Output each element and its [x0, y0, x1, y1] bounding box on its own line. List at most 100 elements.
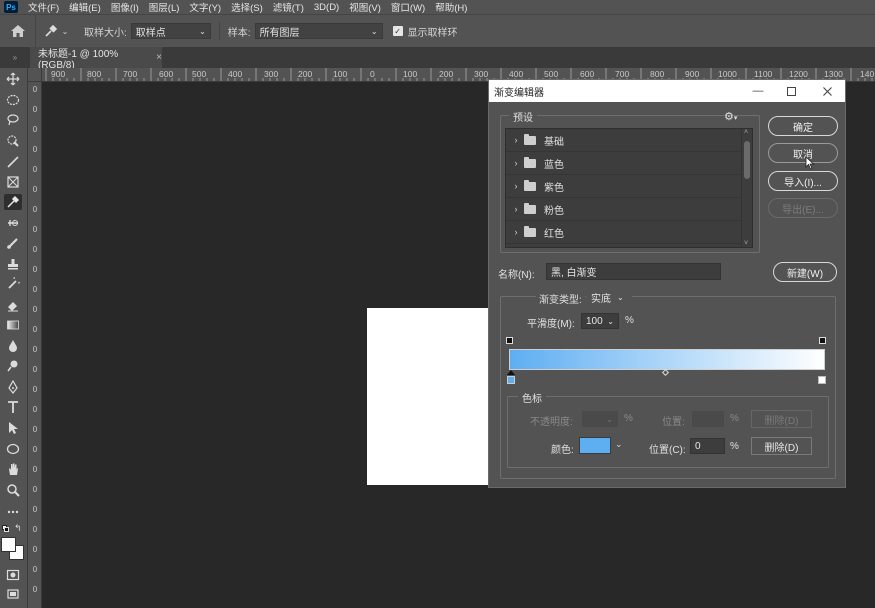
- document-tab[interactable]: 未标题-1 @ 100%(RGB/8) ×: [30, 47, 162, 71]
- close-tab-icon[interactable]: ×: [156, 52, 162, 63]
- frame-icon: [7, 176, 19, 188]
- eyedropper-tool[interactable]: [4, 194, 22, 210]
- dodge-icon: [7, 360, 18, 372]
- ruler-label: 0: [32, 585, 38, 594]
- quick-select-tool[interactable]: [4, 133, 22, 149]
- ruler-label: 600: [580, 69, 595, 79]
- opacity-stop-left[interactable]: [506, 337, 513, 344]
- dialog-titlebar[interactable]: 渐变编辑器 —: [489, 80, 845, 102]
- preset-folder-item[interactable]: › 红色: [506, 221, 742, 244]
- foreground-color-swatch[interactable]: [1, 537, 16, 552]
- gradient-icon: [7, 320, 19, 330]
- menu-file[interactable]: 文件(F): [23, 0, 64, 14]
- scrollbar-thumb[interactable]: [744, 141, 750, 179]
- menu-filter[interactable]: 滤镜(T): [268, 0, 309, 14]
- minimize-button[interactable]: —: [741, 80, 775, 102]
- color-delete-button[interactable]: 删除(D): [751, 437, 812, 455]
- color-stop-right[interactable]: [818, 376, 826, 384]
- pen-brush-tool[interactable]: [4, 154, 22, 170]
- color-stop-left[interactable]: [507, 376, 515, 384]
- blur-tool[interactable]: [4, 338, 22, 354]
- menu-edit[interactable]: 编辑(E): [64, 0, 106, 14]
- ruler-label: 0: [32, 405, 38, 414]
- preset-folder-item[interactable]: › 粉色: [506, 198, 742, 221]
- brush-tool[interactable]: [4, 235, 22, 251]
- export-button[interactable]: 导出(E)...: [768, 198, 838, 218]
- show-ring-checkbox[interactable]: ✓: [392, 26, 403, 36]
- stamp-tool[interactable]: [4, 256, 22, 272]
- menu-window[interactable]: 窗口(W): [386, 0, 430, 14]
- ruler-label: 0: [32, 565, 38, 574]
- presets-settings-button[interactable]: ⚙▾: [724, 110, 737, 123]
- home-button[interactable]: [0, 14, 36, 48]
- ok-button[interactable]: 确定: [768, 116, 838, 136]
- panel-collapse-button[interactable]: »: [0, 47, 30, 68]
- folder-icon: [524, 202, 536, 214]
- history-brush-tool[interactable]: [4, 276, 22, 292]
- sample-select[interactable]: 所有图层 ⌄: [254, 23, 383, 39]
- screen-mode-button[interactable]: [4, 587, 22, 603]
- healing-icon: [8, 220, 18, 226]
- lasso-tool[interactable]: [4, 112, 22, 128]
- new-button[interactable]: 新建(W): [773, 262, 837, 282]
- cancel-button[interactable]: 取消: [768, 143, 838, 163]
- import-label: 导入(I)...: [784, 177, 822, 189]
- quick-mask-button[interactable]: [4, 567, 22, 583]
- marquee-tool[interactable]: [4, 92, 22, 108]
- swap-colors-icon[interactable]: ↰: [14, 523, 22, 534]
- gradient-preview-bar[interactable]: [509, 349, 825, 370]
- maximize-button[interactable]: [774, 80, 808, 102]
- pen-tool[interactable]: [4, 379, 22, 395]
- hand-tool[interactable]: [4, 461, 22, 477]
- healing-tool[interactable]: [4, 215, 22, 231]
- scroll-down-icon[interactable]: ˅: [744, 240, 748, 247]
- more-tools-button[interactable]: [4, 504, 22, 520]
- presets-scrollbar[interactable]: ˄ ˅: [741, 129, 752, 247]
- menu-type[interactable]: 文字(Y): [184, 0, 226, 14]
- presets-label: 预设: [509, 109, 537, 124]
- dodge-tool[interactable]: [4, 358, 22, 374]
- menu-view[interactable]: 视图(V): [344, 0, 386, 14]
- document-canvas[interactable]: [367, 308, 491, 485]
- smoothness-input[interactable]: 100 ⌄: [581, 313, 619, 329]
- menu-layer[interactable]: 图层(L): [144, 0, 185, 14]
- menu-3d[interactable]: 3D(D): [309, 2, 344, 13]
- ruler-origin[interactable]: [28, 68, 42, 82]
- preset-folder-item[interactable]: › 蓝色: [506, 152, 742, 175]
- shape-tool[interactable]: [4, 441, 22, 457]
- preset-folder-item[interactable]: › 紫色: [506, 175, 742, 198]
- eraser-icon: [8, 302, 18, 312]
- color-location-input[interactable]: 0: [690, 438, 725, 454]
- frame-tool[interactable]: [4, 174, 22, 190]
- vertical-ruler: 0 0 0 0 0 0 0 0 0 0 0 0 0 0 0 0 0 0 0 0 0 0 0 0 0 0: [28, 82, 42, 608]
- menu-select[interactable]: 选择(S): [226, 0, 268, 14]
- gradient-type-select[interactable]: 实底 ⌄: [586, 289, 632, 305]
- sample-size-select[interactable]: 取样点 ⌄: [130, 23, 211, 39]
- smoothness-label: 平滑度(M):: [527, 319, 575, 330]
- menu-image[interactable]: 图像(I): [106, 0, 144, 14]
- menu-help[interactable]: 帮助(H): [430, 0, 472, 14]
- color-stop-marker-left[interactable]: [507, 370, 515, 375]
- export-label: 导出(E)...: [782, 204, 824, 216]
- gradient-tool[interactable]: [4, 317, 22, 333]
- import-button[interactable]: 导入(I)...: [768, 171, 838, 191]
- chevron-down-icon[interactable]: ⌄: [615, 439, 623, 450]
- gradient-name-input[interactable]: 黑, 白渐变: [546, 263, 721, 280]
- color-stop-swatch[interactable]: [579, 437, 611, 454]
- scroll-up-icon[interactable]: ˄: [744, 129, 748, 136]
- preset-folder-item[interactable]: › 基础: [506, 129, 742, 152]
- eraser-tool[interactable]: [4, 297, 22, 313]
- path-select-tool[interactable]: [4, 420, 22, 436]
- default-colors-icon[interactable]: [2, 525, 10, 533]
- tool-preset-picker[interactable]: ⌄: [36, 24, 76, 38]
- move-tool[interactable]: [4, 71, 22, 87]
- checkmark-icon: ✓: [394, 26, 401, 36]
- opacity-stop-right[interactable]: [819, 337, 826, 344]
- ruler-label: 0: [32, 385, 38, 394]
- type-tool[interactable]: [4, 399, 22, 415]
- close-dialog-button[interactable]: [810, 80, 844, 102]
- presets-list[interactable]: › 基础 › 蓝色 › 紫色 › 粉色 › 红色 ˄ ˅: [505, 128, 753, 248]
- ruler-label: 0: [32, 445, 38, 454]
- zoom-tool[interactable]: [4, 482, 22, 498]
- ruler-label: 0: [32, 145, 38, 154]
